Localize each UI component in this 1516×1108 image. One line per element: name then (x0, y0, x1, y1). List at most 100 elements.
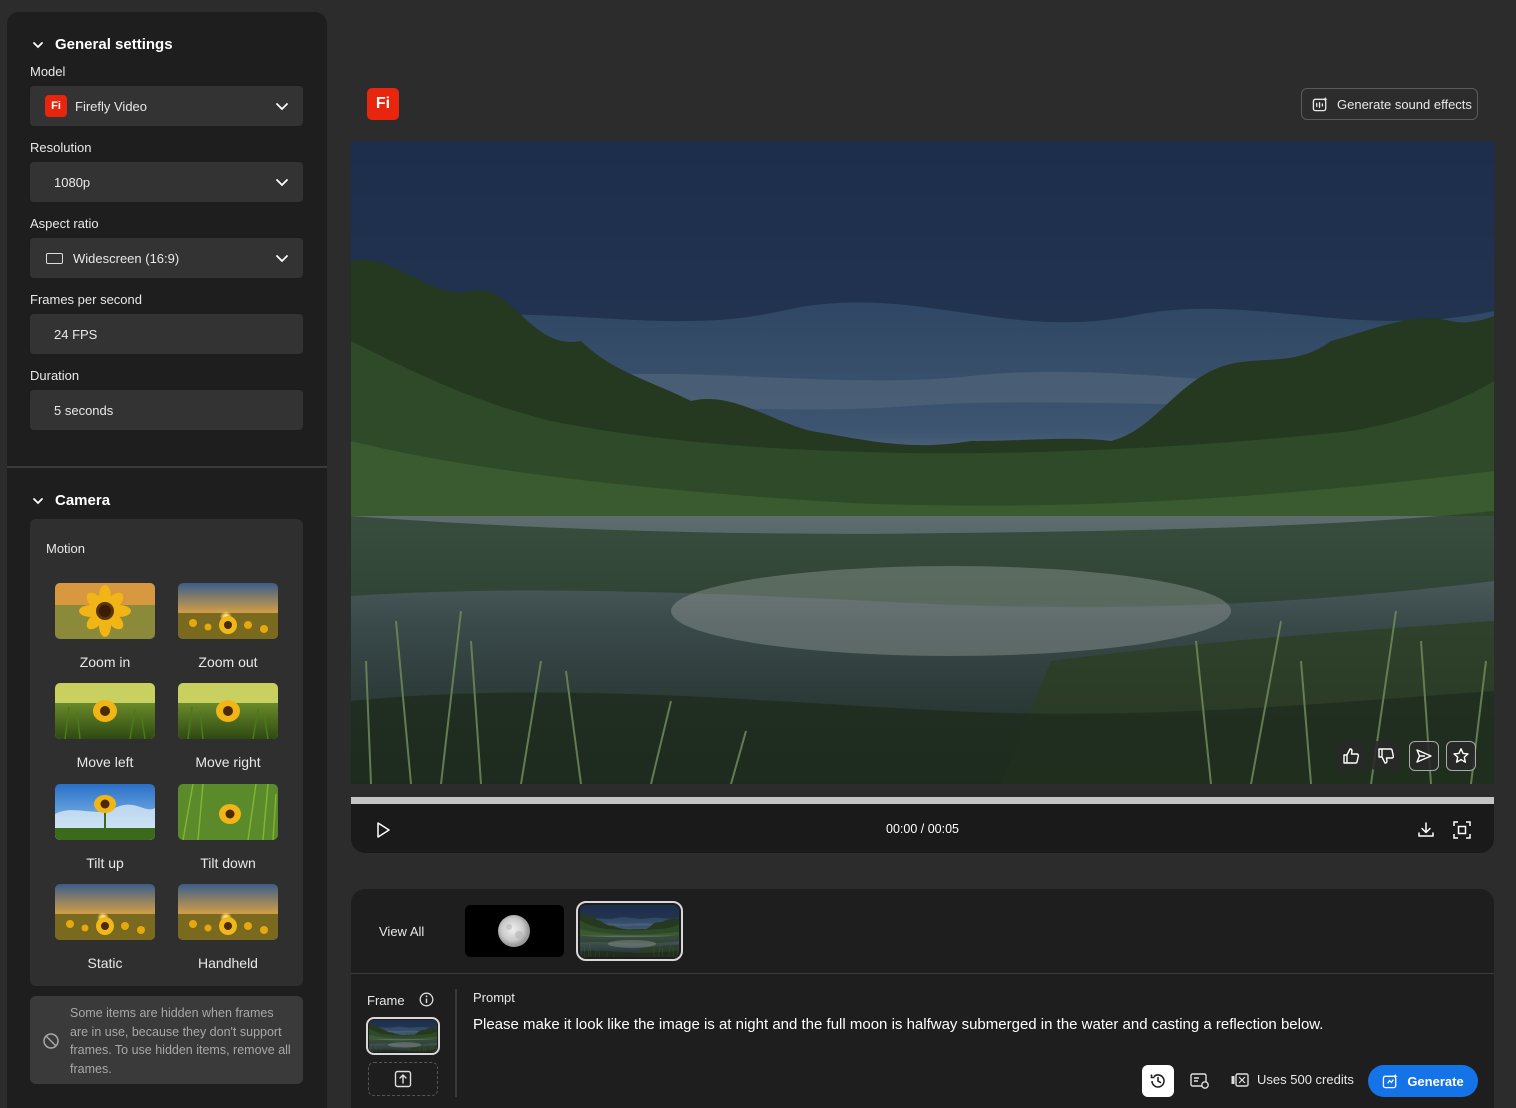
vertical-divider (455, 989, 457, 1097)
motion-zoom-out[interactable]: Zoom out (178, 583, 278, 670)
history-thumbnail-lake[interactable] (576, 901, 683, 961)
general-settings-title: General settings (55, 36, 173, 53)
motion-label-text: Tilt down (200, 855, 256, 871)
firefly-logo-icon: Fi (45, 95, 67, 117)
fps-field[interactable]: 24 FPS (30, 314, 303, 354)
duration-label: Duration (30, 368, 80, 383)
motion-label-text: Handheld (198, 955, 258, 971)
generate-icon (1383, 1073, 1398, 1088)
star-icon (1453, 748, 1469, 763)
firefly-app-logo: Fi (367, 88, 399, 120)
camera-motion-panel: Motion Zoom in Zoom out Move left Move r… (30, 519, 303, 986)
duration-field[interactable]: 5 seconds (30, 390, 303, 430)
model-select[interactable]: Fi Firefly Video (30, 86, 303, 126)
motion-move-left[interactable]: Move left (55, 683, 155, 770)
send-icon (1416, 749, 1432, 763)
sound-button-label: Generate sound effects (1337, 96, 1472, 112)
upload-icon (394, 1070, 412, 1088)
playback-time: 00:00 / 00:05 (886, 822, 959, 836)
frame-lake-image (369, 1020, 437, 1052)
motion-thumbnail (55, 884, 155, 940)
generate-sound-effects-button[interactable]: Generate sound effects (1301, 88, 1478, 120)
chevron-down-icon (276, 179, 288, 187)
hidden-items-notice: Some items are hidden when frames are in… (30, 996, 303, 1084)
camera-header[interactable]: Camera (31, 492, 110, 509)
model-label: Model (30, 64, 66, 79)
sound-effects-icon (1312, 96, 1328, 111)
motion-static[interactable]: Static (55, 884, 155, 971)
prompt-label: Prompt (473, 990, 515, 1005)
fps-value: 24 FPS (54, 326, 98, 342)
chevron-down-icon (276, 103, 288, 111)
resolution-select[interactable]: 1080p (30, 162, 303, 202)
fps-label: Frames per second (30, 292, 142, 307)
motion-label-text: Zoom out (198, 654, 258, 670)
share-button[interactable] (1409, 741, 1439, 771)
generate-button[interactable]: Generate (1368, 1065, 1478, 1097)
prompt-input[interactable]: Please make it look like the image is at… (473, 1016, 1323, 1033)
download-icon[interactable] (1416, 820, 1436, 840)
history-button[interactable] (1142, 1065, 1174, 1097)
motion-tilt-down[interactable]: Tilt down (178, 784, 278, 871)
frame-label: Frame (367, 993, 405, 1008)
frame-thumbnail[interactable] (366, 1017, 440, 1055)
camera-title: Camera (55, 492, 111, 509)
credits-icon (1231, 1072, 1249, 1087)
unavailable-icon (43, 1033, 59, 1049)
info-icon[interactable] (419, 992, 434, 1007)
motion-label: Motion (46, 541, 86, 556)
resolution-label: Resolution (30, 140, 92, 155)
resolution-value: 1080p (54, 174, 91, 190)
history-thumbnail-moon[interactable] (465, 905, 564, 957)
motion-move-right[interactable]: Move right (178, 683, 278, 770)
favorite-button[interactable] (1446, 741, 1476, 771)
motion-thumbnail (55, 683, 155, 739)
motion-handheld[interactable]: Handheld (178, 884, 278, 971)
panel-divider (351, 973, 1494, 974)
upload-frame-button[interactable] (368, 1062, 438, 1096)
thumbs-down-button[interactable] (1371, 741, 1401, 771)
credits-info: Uses 500 credits (1231, 1072, 1354, 1087)
general-settings-header[interactable]: General settings (31, 36, 173, 53)
fullscreen-icon[interactable] (1452, 820, 1472, 840)
model-value: Firefly Video (75, 98, 148, 114)
motion-thumbnail (178, 884, 278, 940)
aspect-ratio-value: Widescreen (16:9) (73, 250, 180, 266)
motion-label-text: Move right (195, 754, 261, 770)
moon-image (465, 905, 564, 957)
chevron-down-icon (33, 41, 43, 48)
generate-label: Generate (1407, 1073, 1464, 1089)
composer-panel: View All Frame Prompt Please make it loo… (351, 889, 1494, 1108)
widescreen-icon (46, 252, 63, 264)
aspect-ratio-select[interactable]: Widescreen (16:9) (30, 238, 303, 278)
motion-thumbnail (178, 583, 278, 639)
history-icon (1150, 1074, 1165, 1088)
motion-tilt-up[interactable]: Tilt up (55, 784, 155, 871)
aspect-ratio-label: Aspect ratio (30, 216, 99, 231)
duration-value: 5 seconds (54, 402, 114, 418)
image-settings-icon[interactable] (1189, 1070, 1211, 1092)
motion-thumbnail (178, 683, 278, 739)
motion-label-text: Move left (76, 754, 134, 770)
credits-text: Uses 500 credits (1257, 1072, 1354, 1087)
motion-thumbnail (55, 583, 155, 639)
motion-thumbnail (55, 784, 155, 840)
chevron-down-icon (276, 255, 288, 263)
motion-zoom-in[interactable]: Zoom in (55, 583, 155, 670)
chevron-down-icon (33, 497, 43, 504)
video-progress-bar[interactable] (351, 797, 1494, 804)
thumbs-up-icon (1343, 748, 1360, 764)
motion-thumbnail (178, 784, 278, 840)
motion-label-text: Tilt up (86, 855, 124, 871)
video-controls: 00:00 / 00:05 (351, 804, 1494, 853)
section-divider (7, 466, 327, 468)
lake-image (580, 905, 679, 957)
motion-label-text: Zoom in (79, 654, 131, 670)
view-all-link[interactable]: View All (379, 924, 424, 939)
lake-video-frame (351, 141, 1494, 784)
settings-sidebar: General settings Model Fi Firefly Video … (7, 12, 327, 1108)
motion-label-text: Static (87, 955, 123, 971)
thumbs-up-button[interactable] (1336, 741, 1366, 771)
notice-text: Some items are hidden when frames are in… (70, 1006, 291, 1076)
video-preview[interactable] (351, 141, 1494, 784)
